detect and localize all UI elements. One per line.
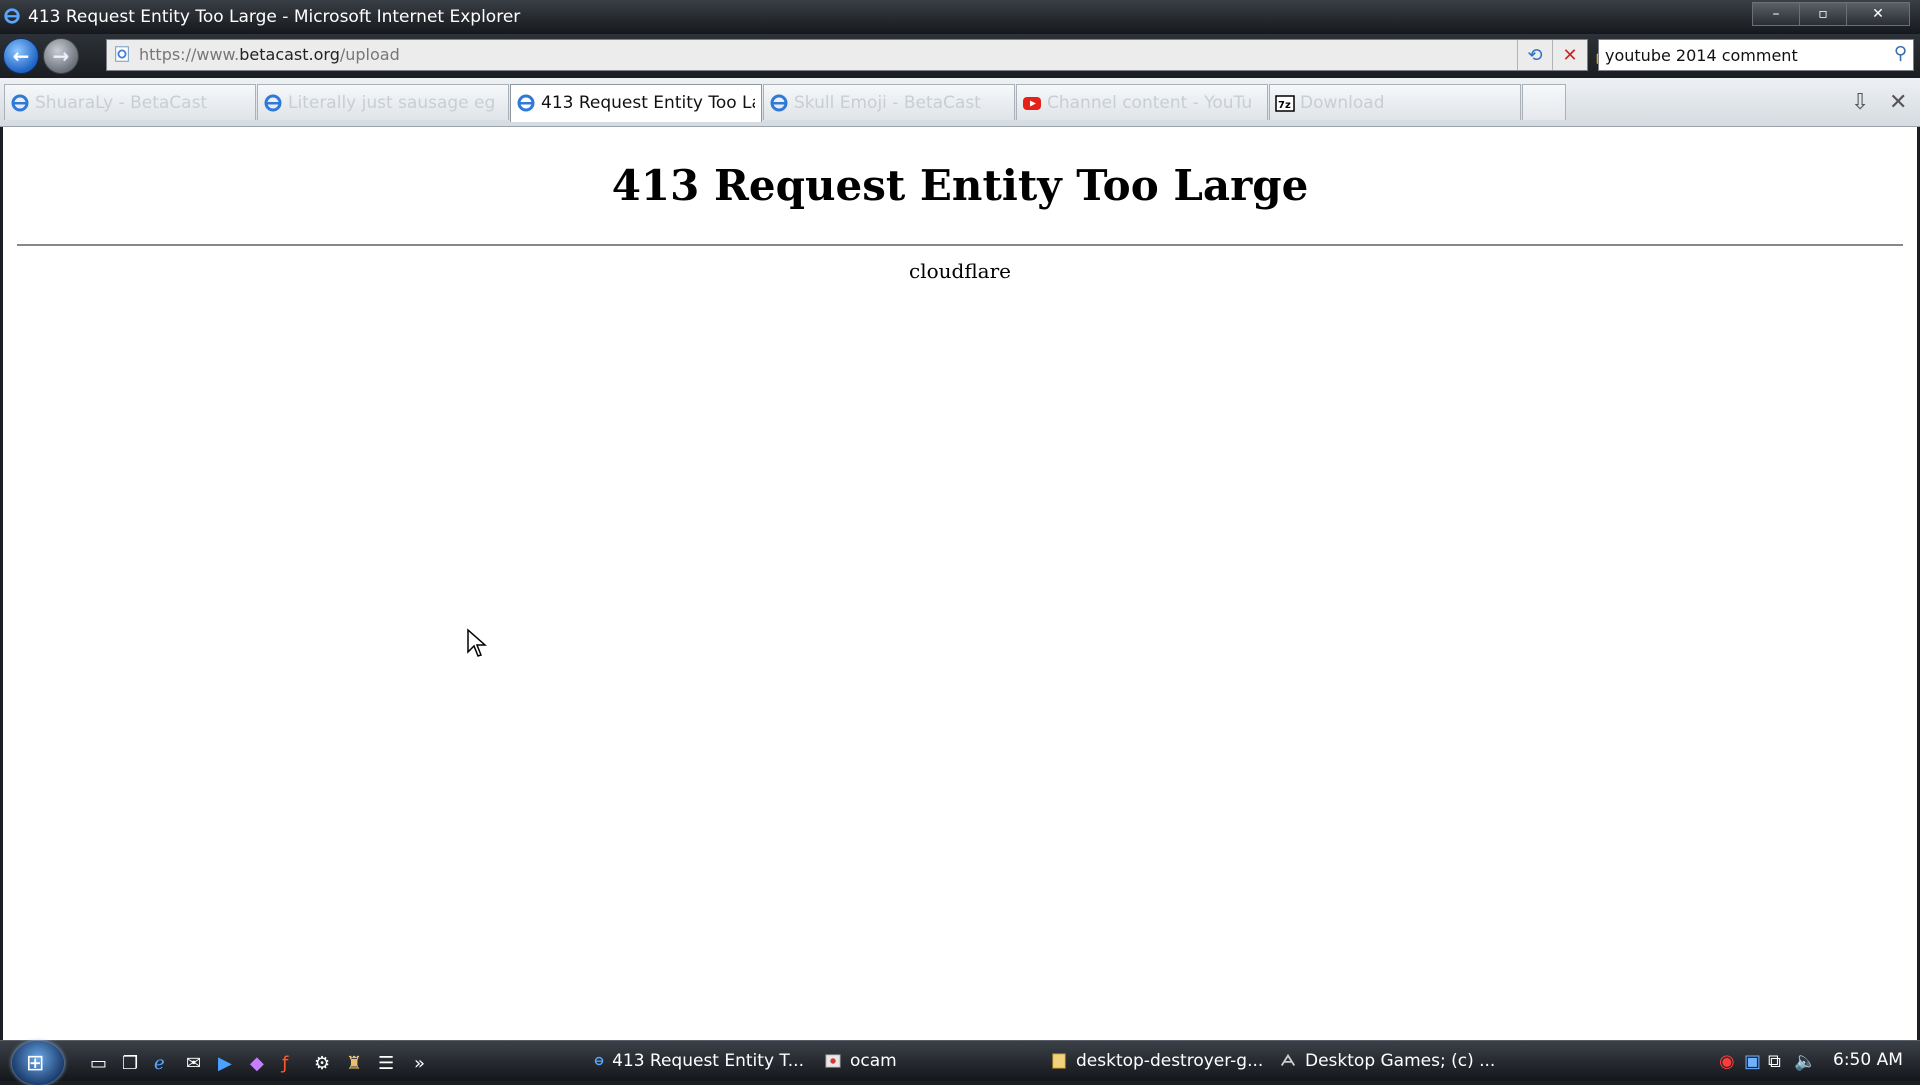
media-player-icon[interactable]: ▶	[218, 1053, 232, 1074]
app-icon[interactable]: ◆	[250, 1053, 264, 1074]
notepad-icon[interactable]: ☰	[378, 1053, 394, 1074]
page-icon	[115, 46, 129, 62]
7zip-icon: 7z	[1275, 95, 1295, 112]
navigation-bar: ← → https://www.betacast.org/upload 🔒 ⟲ …	[0, 34, 1920, 78]
download-icon[interactable]: ⇩	[1851, 90, 1869, 115]
ocam-icon	[825, 1054, 841, 1068]
start-button[interactable]: ⊞	[12, 1041, 64, 1085]
tab-label: Download	[1300, 93, 1385, 113]
ie-icon	[11, 94, 29, 112]
network-icon[interactable]: ⧉	[1768, 1051, 1781, 1072]
tab-label: ShuaraLy - BetaCast	[35, 93, 208, 113]
ie-icon	[264, 94, 282, 112]
ie-icon	[770, 94, 788, 112]
page-content: 413 Request Entity Too Large cloudflare	[3, 127, 1917, 1040]
volume-icon[interactable]: 🔈	[1794, 1051, 1816, 1072]
language-icon[interactable]: ▣	[1744, 1051, 1761, 1072]
flash-icon[interactable]: ƒ	[282, 1053, 288, 1074]
tab-label: Channel content - YouTu	[1047, 93, 1253, 113]
address-bar[interactable]: https://www.betacast.org/upload 🔒 ⟲ ✕	[106, 39, 1614, 71]
tab-sausage[interactable]: Literally just sausage eg	[257, 84, 509, 120]
tab-label: Literally just sausage eg	[288, 93, 496, 113]
back-arrow-icon: ←	[12, 44, 30, 68]
url-domain: betacast.org	[239, 45, 340, 64]
taskbar-task-label: Desktop Games; (c) ...	[1305, 1051, 1496, 1071]
folder-icon	[1052, 1053, 1066, 1069]
forward-button[interactable]: →	[43, 38, 79, 74]
error-heading: 413 Request Entity Too Large	[611, 161, 1309, 210]
mouse-cursor-icon	[467, 628, 487, 657]
tab-youtube-channel[interactable]: Channel content - YouTu	[1016, 84, 1268, 120]
ie-icon	[594, 1056, 604, 1066]
record-icon[interactable]: ◉	[1719, 1051, 1735, 1072]
game-icon	[1280, 1053, 1296, 1066]
taskbar-task-label: desktop-destroyer-g...	[1076, 1051, 1264, 1071]
url-prefix: https://www.	[139, 45, 240, 64]
overflow-chevron-icon[interactable]: »	[414, 1053, 425, 1074]
forward-arrow-icon: →	[52, 44, 70, 68]
windows-logo-icon: ⊞	[26, 1051, 45, 1076]
taskbar-task-label: ocam	[850, 1051, 897, 1071]
ie-icon	[4, 8, 20, 24]
window-title: 413 Request Entity Too Large - Microsoft…	[28, 7, 521, 27]
new-tab-button[interactable]	[1522, 84, 1566, 120]
youtube-icon	[1023, 97, 1041, 110]
mail-icon[interactable]: ✉	[186, 1053, 201, 1074]
taskbar-task-label: 413 Request Entity T...	[612, 1051, 804, 1071]
taskbar-task-folder[interactable]: desktop-destroyer-g...	[1050, 1045, 1265, 1077]
tab-label: Skull Emoji - BetaCast	[794, 93, 981, 113]
taskbar-task-desktop-games[interactable]: Desktop Games; (c) ...	[1279, 1045, 1509, 1077]
tab-shuaraly[interactable]: ShuaraLy - BetaCast	[4, 84, 256, 120]
taskbar-task-ocam[interactable]: ocam	[824, 1045, 1024, 1077]
minimize-button[interactable]: –	[1752, 2, 1800, 26]
url-path: /upload	[339, 45, 400, 64]
window-controls: – ▫ ✕	[1752, 2, 1910, 26]
server-name: cloudflare	[909, 259, 1011, 283]
maximize-button[interactable]: ▫	[1799, 2, 1847, 26]
close-tab-icon[interactable]: ✕	[1889, 90, 1907, 115]
taskbar: ⊞ ▭ ❐ ℯ ✉ ▶ ◆ ƒ ⚙ ♜ ☰ » 413 Request Enti…	[0, 1040, 1920, 1085]
stop-icon[interactable]: ✕	[1552, 40, 1587, 70]
ie-quicklaunch-icon[interactable]: ℯ	[154, 1053, 165, 1074]
ie-icon	[517, 94, 535, 112]
tab-skull-emoji[interactable]: Skull Emoji - BetaCast	[763, 84, 1015, 120]
tab-label: 413 Request Entity Too La	[541, 93, 755, 113]
tool-icon[interactable]: ♜	[346, 1053, 362, 1074]
url-text[interactable]: https://www.betacast.org/upload	[139, 45, 400, 64]
switch-windows-icon[interactable]: ❐	[122, 1053, 138, 1074]
tab-bar: ShuaraLy - BetaCast Literally just sausa…	[0, 78, 1920, 127]
taskbar-task-ie[interactable]: 413 Request Entity T...	[594, 1045, 804, 1077]
svg-text:7z: 7z	[1278, 100, 1291, 111]
search-value: youtube 2014 comment	[1605, 46, 1798, 65]
show-desktop-icon[interactable]: ▭	[90, 1053, 107, 1074]
search-icon[interactable]: ⚲	[1894, 43, 1907, 64]
back-button[interactable]: ←	[3, 38, 39, 74]
settings-icon[interactable]: ⚙	[314, 1053, 330, 1074]
title-bar: 413 Request Entity Too Large - Microsoft…	[0, 0, 1920, 34]
tab-413-error[interactable]: 413 Request Entity Too La	[510, 84, 762, 122]
divider	[17, 244, 1903, 246]
search-input[interactable]: youtube 2014 comment ⚲	[1598, 39, 1914, 71]
clock[interactable]: 6:50 AM	[1833, 1050, 1903, 1070]
close-window-button[interactable]: ✕	[1846, 2, 1910, 26]
tab-download[interactable]: 7z Download	[1269, 84, 1521, 120]
refresh-icon[interactable]: ⟲	[1517, 40, 1552, 70]
